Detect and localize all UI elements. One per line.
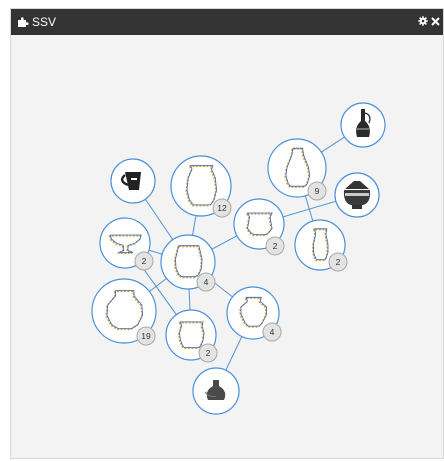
count-badge-label: 2 — [142, 256, 147, 266]
ssv-window: SSV 12 9 2 2 4 2 19 2 4 — [10, 8, 444, 459]
count-badge: 19 — [136, 326, 156, 346]
count-badge: 4 — [262, 322, 282, 342]
puzzle-icon — [17, 16, 29, 28]
vessel-node-round-amphora[interactable]: 19 — [91, 278, 157, 346]
gear-icon[interactable] — [417, 14, 428, 28]
graph-nodes: 12 9 2 2 4 2 19 2 4 — [91, 102, 386, 415]
count-badge: 12 — [212, 198, 232, 218]
count-badge-label: 2 — [273, 241, 278, 251]
count-badge-label: 19 — [141, 331, 151, 341]
count-badge: 4 — [196, 272, 216, 292]
vessel-similarity-graph: 12 9 2 2 4 2 19 2 4 — [91, 102, 386, 415]
count-badge: 2 — [328, 252, 348, 272]
window-title-text: SSV — [32, 15, 57, 29]
count-badge: 2 — [198, 343, 218, 363]
close-icon[interactable] — [430, 14, 441, 28]
window-title: SSV — [17, 14, 56, 30]
vessel-node-jug-photo[interactable] — [110, 158, 156, 204]
count-badge: 2 — [134, 251, 154, 271]
vessel-node-hydria[interactable]: 4 — [226, 286, 282, 342]
vessel-node-slim-oinochoe[interactable] — [340, 102, 386, 148]
count-badge-label: 4 — [204, 277, 209, 287]
vessel-node-black-jar[interactable] — [192, 367, 240, 415]
vessel-node-ovoid-vase[interactable]: 9 — [267, 138, 327, 201]
vessel-node-kylix[interactable]: 2 — [99, 217, 154, 271]
vessel-node-tall-jar[interactable]: 12 — [170, 155, 232, 218]
vessel-node-narrow-vase[interactable]: 2 — [294, 219, 348, 272]
count-badge-label: 4 — [270, 327, 275, 337]
graph-canvas: 12 9 2 2 4 2 19 2 4 — [11, 35, 443, 458]
count-badge: 2 — [265, 236, 285, 256]
title-bar: SSV — [11, 9, 443, 35]
vessel-node-lidded-krater[interactable] — [334, 172, 380, 218]
vessel-node-bell-krater[interactable]: 2 — [233, 198, 285, 256]
vessel-node-small-jar[interactable]: 2 — [165, 309, 218, 363]
vessel-node-central-jar[interactable]: 4 — [160, 234, 216, 292]
count-badge-label: 2 — [336, 257, 341, 267]
count-badge-label: 9 — [315, 186, 320, 196]
count-badge-label: 2 — [206, 348, 211, 358]
count-badge-label: 12 — [217, 203, 227, 213]
count-badge: 9 — [307, 181, 327, 201]
